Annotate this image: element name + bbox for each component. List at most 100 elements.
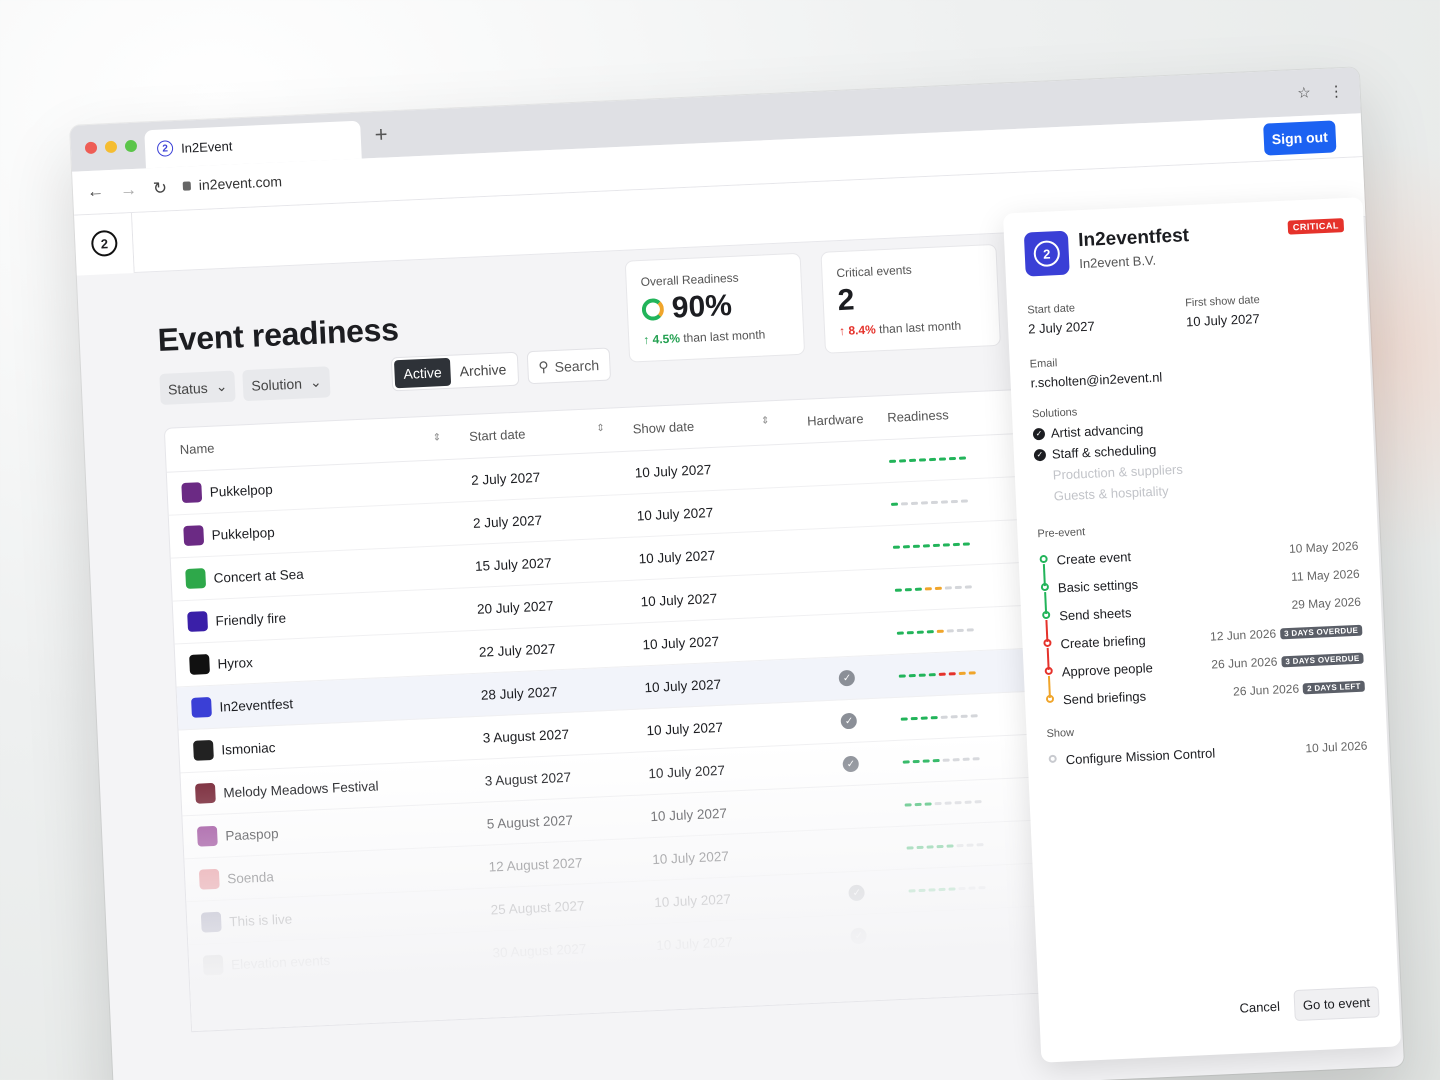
filter-bar: Status ⌄ Solution ⌄: [159, 366, 331, 405]
lock-icon: [182, 180, 192, 191]
timeline-node-icon: [1042, 610, 1051, 620]
event-show-date: 10 July 2027: [646, 719, 724, 738]
readiness-segment: [930, 715, 938, 719]
readiness-segment: [903, 544, 911, 548]
readiness-segment: [942, 542, 951, 547]
hardware-check-icon: ✓: [838, 669, 856, 687]
readiness-segment: [941, 499, 949, 504]
maximize-window-button[interactable]: [124, 139, 138, 153]
col-name-label: Name: [179, 440, 215, 458]
tab-active[interactable]: Active: [393, 357, 452, 389]
tab-archive[interactable]: Archive: [450, 355, 516, 386]
step-date: 29 May 2026: [1291, 594, 1362, 612]
readiness-bar: [877, 496, 1027, 506]
app-logo-icon[interactable]: 2: [90, 229, 118, 257]
minimize-window-button[interactable]: [104, 140, 118, 154]
timeline-step[interactable]: Configure Mission Control 10 Jul 2026: [1047, 732, 1368, 774]
col-hardware: Hardware: [806, 411, 864, 429]
event-show-date: 10 July 2027: [640, 590, 718, 609]
drawer-footer: Cancel Go to event: [1239, 986, 1380, 1023]
event-show-date: 10 July 2027: [638, 547, 716, 566]
readiness-segment: [950, 714, 958, 718]
readiness-segment: [913, 544, 921, 548]
event-logo-icon: [189, 654, 210, 675]
event-start-date: 2 July 2027: [470, 469, 541, 488]
step-label: Create briefing: [1060, 632, 1147, 651]
readiness-value: 90%: [671, 288, 733, 325]
reload-icon[interactable]: ↻: [152, 178, 167, 199]
sort-icon: ⇕: [596, 422, 605, 435]
timeline-node-icon: [1044, 666, 1053, 676]
timeline-node-icon: [1040, 582, 1050, 592]
readiness-segment: [898, 673, 907, 678]
event-start-date: 3 August 2027: [482, 726, 570, 746]
step-date: 26 Jun 2026: [1211, 654, 1278, 672]
readiness-segment: [961, 498, 969, 503]
step-date: 10 Jul 2026: [1305, 738, 1368, 756]
sort-icon: ⇕: [760, 415, 770, 427]
search-button[interactable]: ⚲ Search: [526, 347, 611, 385]
event-logo-icon: [185, 568, 207, 589]
bookmark-star-icon[interactable]: ☆: [1297, 83, 1311, 102]
readiness-segment: [964, 584, 973, 589]
readiness-segment: [934, 586, 943, 590]
event-show-date: 10 July 2027: [636, 504, 714, 523]
readiness-bar: [883, 625, 1033, 635]
critical-delta-number: 8.4%: [848, 322, 877, 338]
col-name[interactable]: Name ⇕: [165, 430, 455, 458]
hardware-cell: ✓: [797, 711, 888, 731]
event-logo-icon: [187, 611, 209, 632]
new-tab-icon[interactable]: +: [374, 121, 388, 148]
step-date: 26 Jun 2026: [1232, 681, 1300, 699]
solution-label: Production & suppliers: [1052, 461, 1184, 483]
step-date: 12 Jun 2026: [1209, 626, 1277, 644]
readiness-segment: [933, 543, 941, 547]
readiness-segment: [904, 587, 913, 591]
readiness-segment: [939, 456, 947, 461]
back-icon[interactable]: ←: [87, 181, 105, 202]
cancel-button[interactable]: Cancel: [1239, 999, 1280, 1016]
solution-item: Guests & hospitality: [1035, 483, 1184, 505]
readiness-segment: [962, 541, 971, 546]
readiness-card-label: Overall Readiness: [640, 270, 739, 290]
readiness-segment: [910, 716, 918, 720]
event-detail-drawer: 2 In2eventfest In2event B.V. CRITICAL St…: [1002, 197, 1402, 1063]
email-value[interactable]: r.scholten@in2event.nl: [1030, 369, 1162, 390]
start-date-label: Start date: [1027, 302, 1076, 317]
readiness-segment: [952, 542, 961, 546]
url-field[interactable]: in2event.com: [182, 173, 282, 193]
readiness-segment: [908, 673, 917, 677]
url-text: in2event.com: [198, 173, 283, 193]
solution-filter[interactable]: Solution ⌄: [242, 366, 331, 402]
readiness-segment: [916, 630, 925, 634]
forward-icon[interactable]: →: [120, 180, 138, 201]
chevron-down-icon: ⌄: [309, 373, 322, 391]
event-start-date: 28 July 2027: [480, 683, 558, 703]
status-filter[interactable]: Status ⌄: [159, 370, 237, 405]
browser-menu-icon[interactable]: ⋮: [1328, 82, 1344, 101]
hardware-cell: [791, 590, 881, 594]
go-to-event-button[interactable]: Go to event: [1293, 986, 1380, 1022]
sort-icon: ⇕: [432, 432, 442, 444]
event-start-date: 2 July 2027: [472, 512, 543, 531]
event-logo-icon: 2: [1023, 230, 1070, 277]
event-start-date: 22 July 2027: [478, 640, 556, 660]
close-window-button[interactable]: [84, 141, 98, 155]
critical-value: 2: [836, 283, 856, 318]
solution-label: Staff & scheduling: [1051, 441, 1157, 462]
step-label: Basic settings: [1057, 576, 1139, 595]
readiness-segment: [900, 716, 908, 721]
table-fade: [180, 732, 1050, 1032]
event-logo-icon: [181, 482, 203, 504]
col-start-date[interactable]: Start date ⇕: [455, 422, 619, 444]
readiness-segment: [901, 501, 909, 505]
solutions-section: Solutions ✓ Artist advancing ✓ Staff & sche…: [1032, 402, 1184, 505]
timeline-node-icon: [1039, 554, 1048, 564]
readiness-segment: [923, 543, 931, 548]
drawer-event-name: In2eventfest: [1077, 225, 1190, 252]
sign-out-button[interactable]: Sign out: [1263, 120, 1337, 156]
event-name: Friendly fire: [215, 609, 287, 629]
start-date-value: 2 July 2027: [1027, 318, 1095, 337]
col-show-date[interactable]: Show date ⇕: [618, 415, 783, 437]
search-label: Search: [554, 356, 600, 375]
